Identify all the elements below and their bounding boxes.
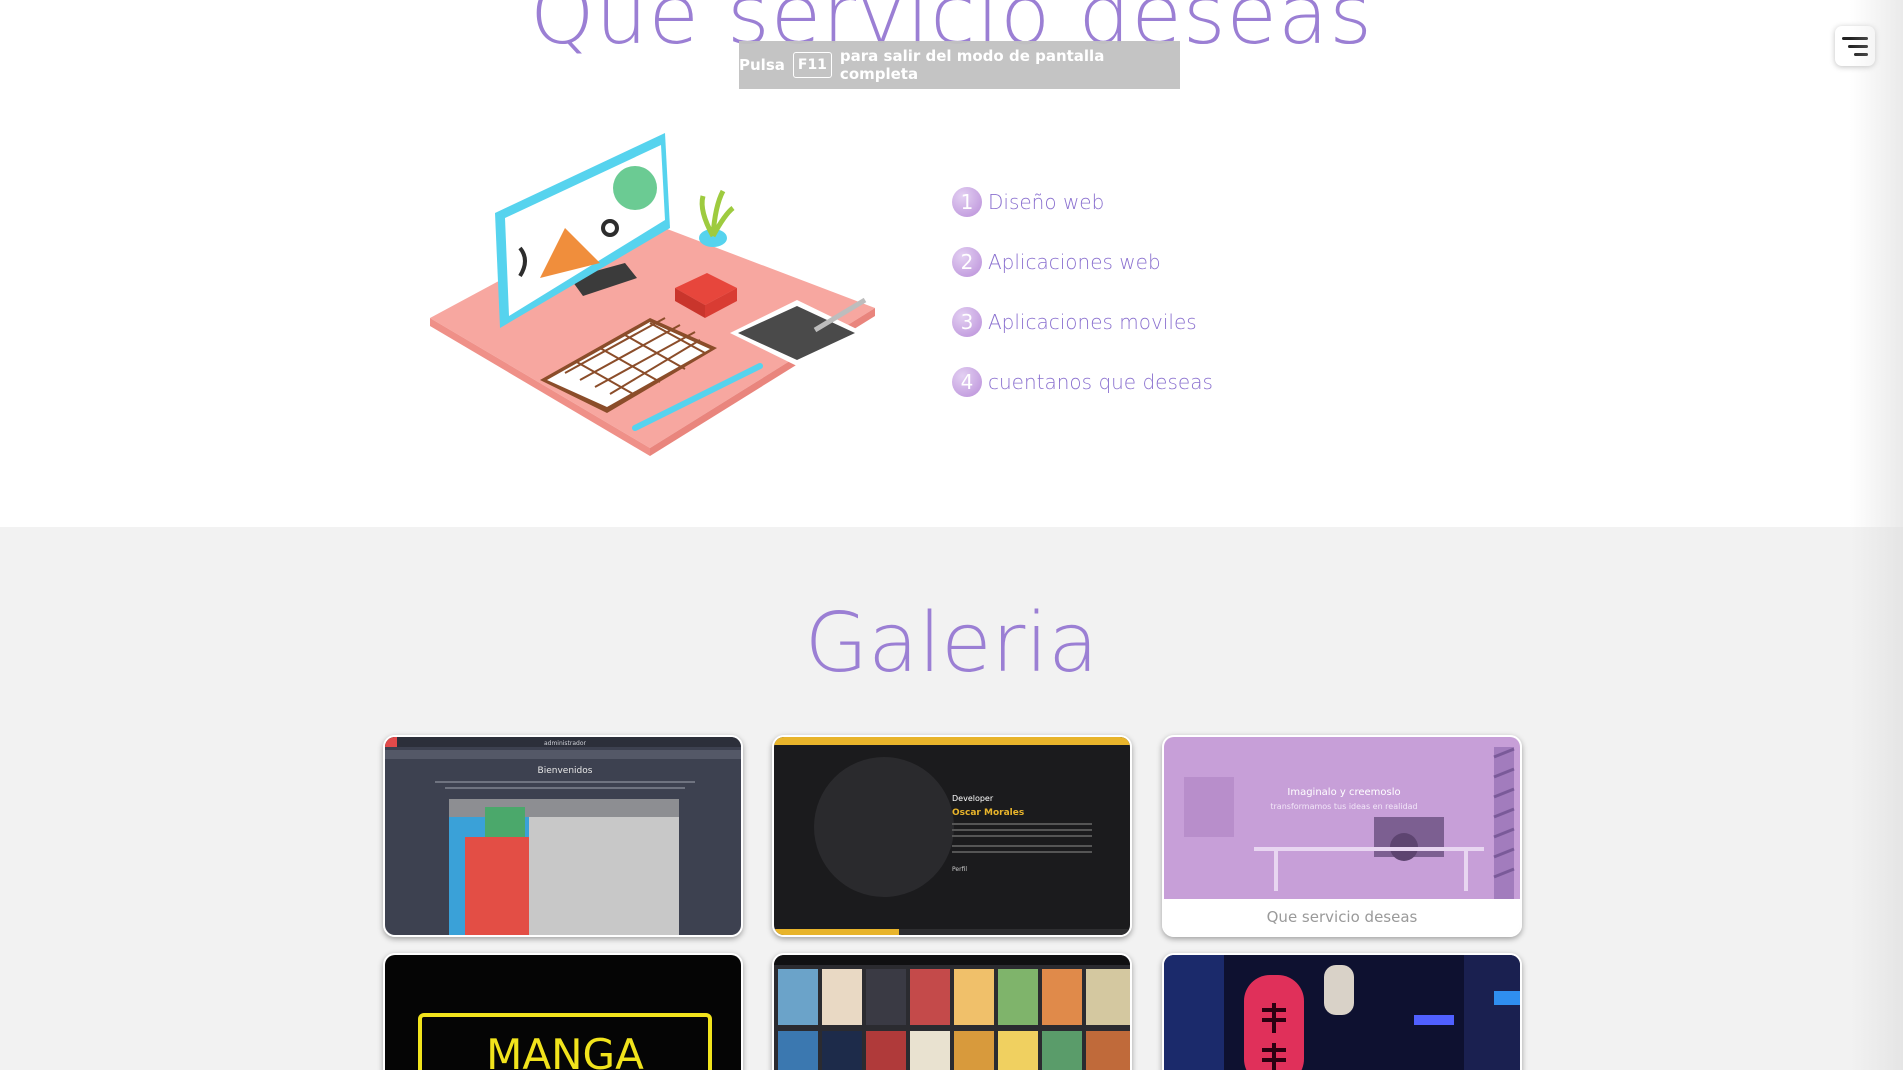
service-label: Aplicaciones moviles (988, 310, 1197, 334)
gallery-card-developer-portfolio[interactable]: Developer Oscar Morales Perfil (772, 735, 1132, 937)
manga-sign-text: MANGA (486, 1030, 644, 1070)
developer-section-text: Perfil (952, 866, 967, 873)
service-list: 1 Diseño web 2 Aplicaciones web 3 Aplica… (952, 172, 1312, 412)
service-number-badge: 1 (952, 187, 982, 217)
service-number-badge: 3 (952, 307, 982, 337)
gallery-card-anime-collection[interactable] (772, 953, 1132, 1070)
developer-name-text: Oscar Morales (952, 808, 1024, 818)
fullscreen-exit-notice: Pulsa F11 para salir del modo de pantall… (739, 41, 1180, 89)
service-label: Aplicaciones web (988, 250, 1161, 274)
agency-headline-text: Imaginalo y creemoslo (1287, 787, 1400, 798)
anime-collection-thumbnail (774, 955, 1130, 1070)
manga-neon-thumbnail: MANGA (385, 955, 741, 1070)
service-number-badge: 2 (952, 247, 982, 277)
developer-role-text: Developer (952, 794, 994, 803)
neon-street-thumbnail (1164, 955, 1520, 1070)
card-caption: Que servicio deseas (1164, 899, 1520, 935)
notice-text-before: Pulsa (739, 56, 785, 74)
f11-key-label: F11 (792, 52, 832, 78)
gallery-card-admin-site[interactable]: administrador Bienvenidos (383, 735, 743, 937)
developer-portfolio-thumbnail: Developer Oscar Morales Perfil (774, 737, 1130, 935)
service-number-badge: 4 (952, 367, 982, 397)
workspace-illustration (430, 133, 875, 456)
gallery-section: Galeria administrador Bienvenidos Develo… (0, 527, 1903, 1070)
hamburger-menu-button[interactable] (1835, 26, 1875, 66)
service-item-aplicaciones-web[interactable]: 2 Aplicaciones web (952, 232, 1312, 292)
gallery-card-neon-street[interactable] (1162, 953, 1522, 1070)
notice-text-after: para salir del modo de pantalla completa (839, 47, 1105, 83)
menu-line-icon (1854, 52, 1868, 56)
admin-welcome-text: Bienvenidos (538, 766, 593, 776)
service-label: Diseño web (988, 190, 1105, 214)
service-item-diseno-web[interactable]: 1 Diseño web (952, 172, 1312, 232)
menu-line-icon (1848, 44, 1868, 48)
gallery-title: Galeria (804, 596, 1099, 691)
gallery-card-agency-landing[interactable]: Imaginalo y creemoslo transformamos tus … (1162, 735, 1522, 937)
agency-subline-text: transformamos tus ideas en realidad (1270, 802, 1417, 811)
admin-header-text: administrador (544, 740, 587, 747)
gallery-card-manga[interactable]: MANGA (383, 953, 743, 1070)
menu-line-icon (1842, 36, 1868, 40)
agency-landing-thumbnail: Imaginalo y creemoslo transformamos tus … (1164, 737, 1520, 903)
services-section: Que servicio deseas 1 Diseño web 2 Aplic… (0, 0, 1903, 527)
admin-site-thumbnail: administrador Bienvenidos (385, 737, 741, 935)
service-item-cuentanos[interactable]: 4 cuentanos que deseas (952, 352, 1312, 412)
service-item-aplicaciones-moviles[interactable]: 3 Aplicaciones moviles (952, 292, 1312, 352)
service-label: cuentanos que deseas (988, 370, 1213, 394)
